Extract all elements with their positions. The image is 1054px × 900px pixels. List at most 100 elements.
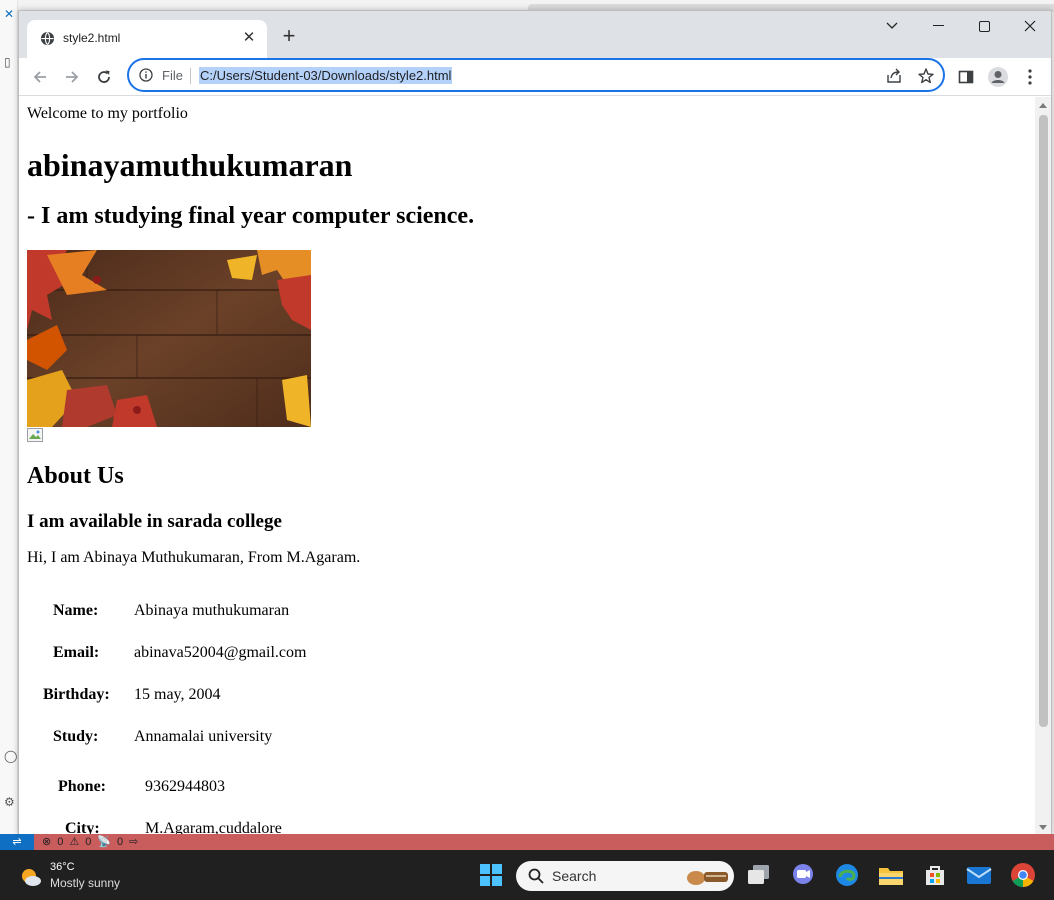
warning-icon: ⚠ (69, 836, 80, 848)
detail-value: Abinaya muthukumaran (134, 602, 290, 619)
weather-widget[interactable]: 36°C Mostly sunny (18, 861, 148, 891)
divider (190, 68, 191, 84)
intro-text: Hi, I am Abinaya Muthukumaran, From M.Ag… (27, 549, 361, 566)
welcome-text: Welcome to my portfolio (27, 105, 188, 122)
browser-toolbar: File C:/Users/Student-03/Downloads/style… (19, 58, 1051, 96)
store-button[interactable] (922, 862, 948, 888)
globe-icon (40, 31, 55, 46)
availability-heading: I am available in sarada college (27, 511, 282, 532)
share-icon[interactable] (885, 67, 903, 85)
arrow-left-icon (33, 71, 46, 83)
page-scrollbar[interactable] (1035, 97, 1051, 835)
task-view-icon (748, 865, 769, 884)
scheme-label: File (162, 68, 183, 83)
live-share-icon[interactable]: ⇨ (129, 834, 138, 850)
error-icon: ⊗ (42, 836, 52, 848)
search-icon (528, 868, 544, 884)
detail-label: Phone: (58, 778, 106, 795)
maximize-button[interactable] (961, 11, 1007, 41)
profile-button[interactable] (987, 66, 1009, 88)
vscode-icon[interactable]: ✕ (4, 8, 16, 20)
mail-button[interactable] (966, 862, 992, 888)
chat-icon (793, 864, 813, 884)
page-viewport: Welcome to my portfolio abinayamuthukuma… (19, 97, 1036, 835)
chrome-button[interactable] (1010, 862, 1036, 888)
tab-search-button[interactable] (869, 11, 915, 41)
back-button[interactable] (27, 64, 53, 90)
ports-count: 0 (117, 836, 124, 848)
close-window-button[interactable] (1007, 11, 1053, 41)
background-editor-activity-bar: ✕ ▯ ◯ ⚙ (0, 0, 18, 834)
detail-value: Annamalai university (134, 728, 273, 745)
detail-value: 9362944803 (145, 778, 225, 795)
profile-avatar-icon (988, 67, 1008, 87)
menu-button[interactable] (1019, 66, 1041, 88)
windows-logo-icon (480, 864, 502, 886)
detail-value[interactable]: abinava52004@gmail.com (134, 644, 306, 662)
weather-sun-icon (22, 869, 41, 886)
forward-button[interactable] (59, 64, 85, 90)
side-panel-icon (958, 70, 974, 84)
detail-label: Study: (53, 728, 99, 745)
edge-browser-icon (836, 864, 858, 886)
bookmark-star-icon[interactable] (917, 67, 935, 85)
close-icon (1024, 20, 1036, 32)
detail-value: M.Agaram,cuddalore (145, 820, 282, 835)
settings-gear-icon[interactable]: ⚙ (4, 796, 16, 808)
tab-style2[interactable]: style2.html ✕ (27, 20, 267, 58)
maximize-icon (978, 20, 990, 32)
warning-count: 0 (85, 836, 92, 848)
chevron-down-icon (886, 22, 898, 29)
weather-temperature: 36°C (50, 861, 75, 873)
arrow-right-icon (66, 71, 79, 83)
broken-image-icon (27, 428, 43, 442)
scroll-down-arrow-icon[interactable] (1039, 825, 1047, 830)
error-count: 0 (57, 836, 64, 848)
tab-title: style2.html (63, 31, 121, 45)
autumn-leaves-image (27, 250, 311, 427)
explorer-icon[interactable]: ▯ (4, 56, 16, 68)
study-heading: - I am studying final year computer scie… (27, 203, 475, 229)
tab-strip: style2.html ✕ + (19, 11, 1051, 58)
chrome-icon (1011, 863, 1035, 887)
about-heading: About Us (27, 463, 124, 489)
detail-label: Email: (53, 644, 100, 661)
reload-button[interactable] (91, 64, 117, 90)
tab-close-icon[interactable]: ✕ (239, 28, 259, 48)
task-view-button[interactable] (746, 862, 772, 888)
detail-value: 15 may, 2004 (134, 686, 221, 703)
ports-icon: 📡 (97, 836, 112, 848)
taskbar-search[interactable]: Search (516, 861, 734, 891)
reload-icon (98, 70, 110, 83)
edge-button[interactable] (834, 862, 860, 888)
search-highlight-icon (687, 871, 728, 885)
detail-label: Name: (53, 602, 99, 619)
store-bag-icon (926, 866, 944, 885)
windows-taskbar: 36°C Mostly sunny Search (0, 850, 1054, 900)
minimize-button[interactable] (915, 11, 961, 41)
file-explorer-button[interactable] (878, 862, 904, 888)
editor-status-bar: ⇌ ⊗ 0 ⚠ 0 📡 0 ⇨ (0, 834, 1054, 850)
side-panel-button[interactable] (955, 66, 977, 88)
start-button[interactable] (478, 862, 504, 888)
scrollbar-thumb[interactable] (1039, 115, 1048, 727)
detail-label: City: (65, 820, 100, 835)
remote-indicator-icon[interactable]: ⇌ (0, 834, 34, 850)
mail-icon (966, 867, 992, 884)
info-icon[interactable] (139, 68, 153, 82)
account-icon[interactable]: ◯ (4, 750, 17, 762)
page-title: abinayamuthukumaran (27, 147, 353, 183)
address-bar[interactable]: File C:/Users/Student-03/Downloads/style… (127, 58, 945, 92)
folder-icon (879, 868, 903, 885)
detail-label: Birthday: (43, 686, 110, 703)
new-tab-button[interactable]: + (277, 25, 301, 49)
weather-condition: Mostly sunny (50, 876, 121, 890)
search-placeholder: Search (552, 868, 597, 884)
more-vertical-icon (1028, 69, 1032, 85)
url-text[interactable]: C:/Users/Student-03/Downloads/style2.htm… (199, 67, 453, 84)
teams-chat-button[interactable] (790, 862, 816, 888)
chrome-window: style2.html ✕ + File C:/Users/Student-03… (18, 10, 1052, 835)
problems-indicator[interactable]: ⊗ 0 ⚠ 0 📡 0 ⇨ (42, 834, 138, 850)
scroll-up-arrow-icon[interactable] (1039, 103, 1047, 108)
minimize-icon (932, 25, 944, 26)
